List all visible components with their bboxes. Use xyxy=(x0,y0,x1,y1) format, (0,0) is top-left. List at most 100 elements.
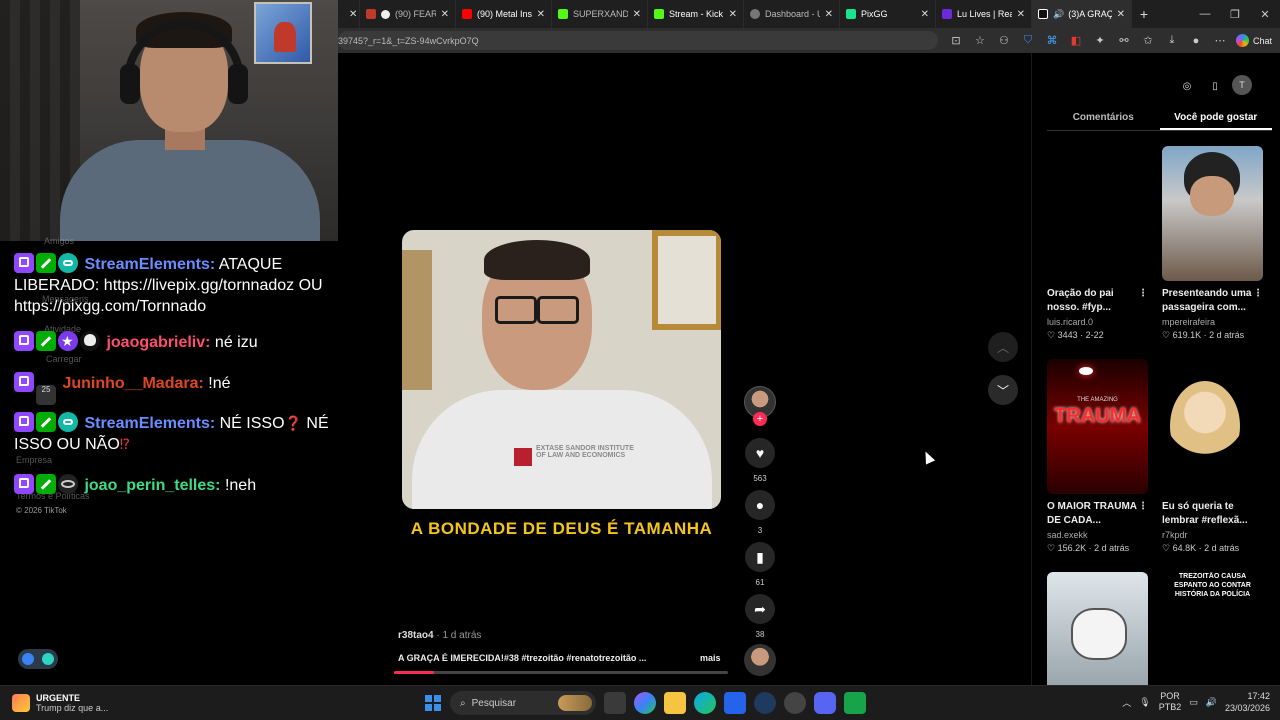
video-card[interactable]: THE AMAZING TRAUMA O MAIOR TRAUMA DE CAD… xyxy=(1047,359,1148,554)
video-card[interactable]: TREZOITÃO CAUSA ESPANTO AO CONTAR HISTÓR… xyxy=(1162,572,1263,685)
next-creator-avatar[interactable] xyxy=(744,644,776,676)
windows-start-icon[interactable] xyxy=(425,695,441,711)
translate-icon[interactable]: ⌘ xyxy=(1040,28,1064,53)
video-thumbnail[interactable] xyxy=(1047,572,1148,685)
tab-suggested[interactable]: Você pode gostar xyxy=(1159,109,1272,130)
split-screen-icon[interactable]: ⚯ xyxy=(1112,28,1136,53)
close-window-icon[interactable]: ✕ xyxy=(1250,8,1280,21)
network-icon[interactable]: ▭ xyxy=(1189,697,1198,708)
news-widget[interactable]: URGENTE Trump diz que a... xyxy=(12,693,108,713)
close-icon[interactable]: ✕ xyxy=(349,9,357,20)
more-link[interactable]: mais xyxy=(700,653,721,663)
video-player[interactable]: EXTASE SANDOR INSTITUTE OF LAW AND ECONO… xyxy=(402,230,721,509)
previous-video-button[interactable]: ︿ xyxy=(988,332,1018,362)
minimize-icon[interactable]: — xyxy=(1190,8,1220,20)
extension-pill[interactable] xyxy=(18,649,58,669)
store-icon[interactable] xyxy=(724,692,746,714)
user-avatar[interactable]: T xyxy=(1232,75,1252,95)
folder-icon[interactable] xyxy=(664,692,686,714)
task-view-icon[interactable] xyxy=(604,692,626,714)
obs-icon[interactable] xyxy=(784,692,806,714)
profile-icon[interactable]: ● xyxy=(1184,28,1208,53)
more-icon[interactable]: ⋯ xyxy=(1208,28,1232,53)
tab-7[interactable]: Lu Lives | React✕ xyxy=(936,0,1032,28)
close-icon[interactable]: ✕ xyxy=(1017,9,1025,20)
copilot-chat-button[interactable]: Chat xyxy=(1232,34,1280,47)
extension-icon[interactable]: ⚇ xyxy=(992,28,1016,53)
app-icon xyxy=(42,653,54,665)
office-icon[interactable]: ◧ xyxy=(1064,28,1088,53)
close-icon[interactable]: ✕ xyxy=(729,9,737,20)
app-icon[interactable] xyxy=(844,692,866,714)
tab-8[interactable]: 🔊(3)A GRAÇA✕ xyxy=(1032,0,1132,28)
tab-2[interactable]: (90) Metal Instru✕ xyxy=(456,0,552,28)
moderator-sword-icon xyxy=(36,331,56,351)
url-field[interactable]: 39745?_r=1&_t=ZS-94wCvrkpO7Q xyxy=(338,31,938,50)
clock[interactable]: 17:42 23/03/2026 xyxy=(1225,690,1270,714)
video-author[interactable]: r38tao4 · 1 d atrás xyxy=(398,630,481,641)
video-progress-bar[interactable] xyxy=(394,671,728,674)
close-icon[interactable]: ✕ xyxy=(921,9,929,20)
like-button[interactable]: ♥ xyxy=(745,438,775,468)
video-card[interactable]: Presenteando uma passageira com... ⋮ mper… xyxy=(1162,146,1263,341)
chevron-up-icon: ︿ xyxy=(996,340,1009,355)
speaker-icon[interactable]: 🔊 xyxy=(1053,9,1064,20)
new-tab-button[interactable]: + xyxy=(1132,6,1156,22)
favorites-icon[interactable]: ✩ xyxy=(1136,28,1160,53)
video-card[interactable] xyxy=(1047,572,1148,685)
discord-icon[interactable] xyxy=(814,692,836,714)
chevron-up-icon[interactable]: ︿ xyxy=(1122,696,1131,709)
copilot-icon[interactable] xyxy=(634,692,656,714)
close-icon[interactable]: ✕ xyxy=(537,9,545,20)
microphone-icon[interactable]: 🎙 xyxy=(1139,697,1150,708)
phone-icon[interactable]: ▯ xyxy=(1204,75,1226,97)
close-icon[interactable]: ✕ xyxy=(825,9,833,20)
close-icon[interactable]: ✕ xyxy=(1117,9,1125,20)
lu-icon xyxy=(942,9,952,19)
puzzle-icon[interactable]: ✦ xyxy=(1088,28,1112,53)
edge-icon[interactable] xyxy=(694,692,716,714)
star-icon xyxy=(58,331,78,352)
video-thumbnail[interactable]: TREZOITÃO CAUSA ESPANTO AO CONTAR HISTÓR… xyxy=(1162,572,1263,685)
video-thumbnail[interactable] xyxy=(1162,359,1263,494)
tab-6[interactable]: PixGG ✕ xyxy=(840,0,936,28)
tab-5[interactable]: Dashboard - Un✕ xyxy=(744,0,840,28)
shield-icon[interactable]: ⛉ xyxy=(1016,28,1040,53)
close-icon[interactable]: ✕ xyxy=(633,9,641,20)
more-options-icon[interactable]: ⋮ xyxy=(1138,287,1148,301)
tab-4[interactable]: Stream - Kick Da✕ xyxy=(648,0,744,28)
follow-plus-icon[interactable]: + xyxy=(753,412,767,426)
language-indicator[interactable]: POR PTB2 xyxy=(1159,691,1182,713)
twitch-icon xyxy=(14,372,34,392)
video-thumbnail[interactable] xyxy=(1162,146,1263,281)
stream-chat: Amigos Mensagens Atividade Carregar Empr… xyxy=(0,236,338,701)
favorite-star-icon[interactable]: ☆ xyxy=(968,28,992,53)
video-card[interactable]: Eu só queria te lembrar #reflexã... r7kp… xyxy=(1162,359,1263,554)
video-thumbnail[interactable] xyxy=(1047,146,1148,281)
copyright: © 2026 TikTok xyxy=(16,506,67,515)
tab-comments[interactable]: Comentários xyxy=(1047,109,1160,130)
maximize-icon[interactable]: ❐ xyxy=(1220,8,1250,21)
next-video-button[interactable]: ﹀ xyxy=(988,375,1018,405)
tab-0[interactable]: ✕ xyxy=(338,0,360,28)
more-options-icon[interactable]: ⋮ xyxy=(1138,500,1148,514)
video-thumbnail[interactable]: THE AMAZING TRAUMA xyxy=(1047,359,1148,494)
volume-icon[interactable]: 🔊 xyxy=(1206,697,1217,708)
comment-button[interactable]: ● xyxy=(745,490,775,520)
share-button[interactable]: ➦ xyxy=(745,594,775,624)
steam-icon[interactable] xyxy=(754,692,776,714)
tab-1[interactable]: (90) FEAR ✕ xyxy=(360,0,456,28)
video-card[interactable]: Oração do pai nosso. #fyp... ⋮ luis.ricar… xyxy=(1047,146,1148,341)
compass-icon[interactable]: ◎ xyxy=(1176,75,1198,97)
save-button[interactable]: ▮ xyxy=(745,542,775,572)
record-icon xyxy=(381,9,390,19)
download-icon[interactable]: ⤓ xyxy=(1160,28,1184,53)
tab-3[interactable]: SUPERXANDAO✕ xyxy=(552,0,648,28)
reader-icon[interactable]: ⊡ xyxy=(944,28,968,53)
taskbar-search[interactable]: ⌕ Pesquisar xyxy=(450,691,596,715)
address-bar: 39745?_r=1&_t=ZS-94wCvrkpO7Q ⊡ ☆ ⚇ ⛉ ⌘ ◧… xyxy=(338,28,1280,53)
pixgg-icon xyxy=(846,9,856,19)
close-icon[interactable]: ✕ xyxy=(441,9,449,20)
browser-toolbar: ⊡ ☆ ⚇ ⛉ ⌘ ◧ ✦ ⚯ ✩ ⤓ ● ⋯ Chat xyxy=(944,28,1280,53)
more-options-icon[interactable]: ⋮ xyxy=(1253,287,1263,301)
